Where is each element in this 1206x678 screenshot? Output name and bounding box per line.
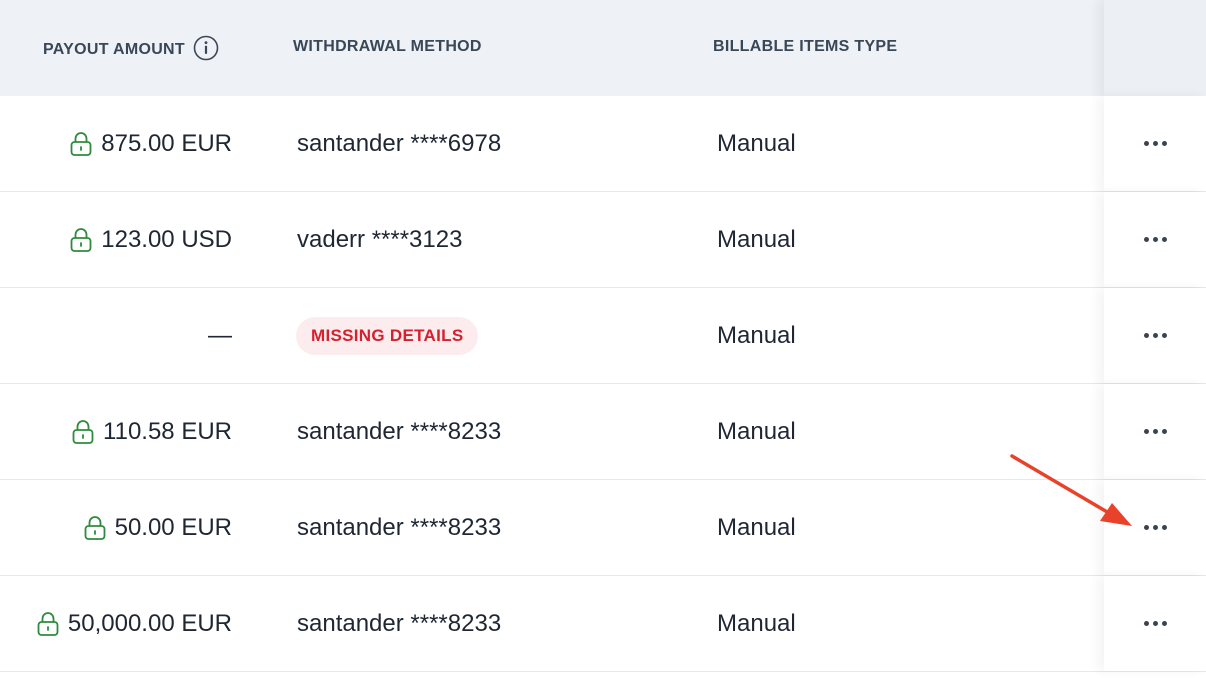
payout-amount-label: PAYOUT AMOUNT [43,40,185,58]
row-actions-button[interactable] [1135,225,1175,255]
billable-items-type: Manual [717,225,796,253]
actions-column-header [1104,0,1206,96]
billable-items-type: Manual [717,513,796,541]
lock-icon [70,227,92,252]
withdrawal-method: santander ****8233 [297,513,502,541]
payout-amount: — [208,321,232,349]
row-actions-button[interactable] [1135,513,1175,543]
table-body: 875.00 EUR santander ****6978 Manual 123… [0,96,1206,672]
row-actions-button[interactable] [1135,129,1175,159]
payouts-table: PAYOUT AMOUNT WITHDRAWAL METHOD BILLABLE… [0,0,1206,678]
table-row[interactable]: 50,000.00 EUR santander ****8233 Manual [0,576,1206,672]
actions-cell [1104,96,1206,191]
lock-icon [84,515,105,540]
lock-icon [72,419,94,444]
lock-icon [37,611,59,636]
billable-items-type: Manual [717,129,796,157]
table-row[interactable]: 875.00 EUR santander ****6978 Manual [0,96,1206,192]
withdrawal-method: vaderr ****3123 [297,225,463,253]
amount-cell: — [208,288,232,383]
payout-amount: 123.00 USD [101,225,232,253]
info-icon[interactable] [193,35,219,61]
table-row[interactable]: 110.58 EUR santander ****8233 Manual [0,384,1206,480]
amount-cell: 123.00 USD [69,192,232,287]
amount-cell: 50,000.00 EUR [36,576,232,671]
actions-cell [1104,576,1206,671]
lock-icon [70,131,92,156]
amount-cell: 110.58 EUR [71,384,232,479]
table-row[interactable]: 50.00 EUR santander ****8233 Manual [0,480,1206,576]
actions-cell [1104,384,1206,479]
withdrawal-method: santander ****8233 [297,417,502,445]
row-actions-button[interactable] [1135,609,1175,639]
row-actions-button[interactable] [1135,417,1175,447]
missing-details-badge: MISSING DETAILS [296,316,479,355]
payout-amount: 110.58 EUR [103,417,232,445]
withdrawal-method: santander ****6978 [297,129,502,157]
actions-cell [1104,480,1206,575]
more-horizontal-icon [1143,621,1167,626]
actions-cell [1104,192,1206,287]
more-horizontal-icon [1143,237,1167,242]
withdrawal-method: MISSING DETAILS [296,288,479,383]
table-row[interactable]: 123.00 USD vaderr ****3123 Manual [0,192,1206,288]
amount-cell: 875.00 EUR [69,96,232,191]
more-horizontal-icon [1143,429,1167,434]
column-header-billable-items-type: BILLABLE ITEMS TYPE [713,38,898,55]
actions-cell [1104,288,1206,383]
payout-amount: 50,000.00 EUR [67,609,232,637]
payout-amount: 50.00 EUR [114,513,232,541]
billable-items-type: Manual [717,417,796,445]
withdrawal-method: santander ****8233 [297,609,502,637]
table-header: PAYOUT AMOUNT WITHDRAWAL METHOD BILLABLE… [0,0,1206,96]
billable-items-type: Manual [717,321,796,349]
column-header-payout-amount: PAYOUT AMOUNT [43,35,219,61]
table-row[interactable]: — MISSING DETAILS Manual [0,288,1206,384]
payout-amount: 875.00 EUR [101,129,232,157]
amount-cell: 50.00 EUR [83,480,232,575]
more-horizontal-icon [1143,525,1167,530]
column-header-withdrawal-method: WITHDRAWAL METHOD [293,38,482,55]
billable-items-type: Manual [717,609,796,637]
row-actions-button[interactable] [1135,321,1175,351]
more-horizontal-icon [1143,333,1167,338]
more-horizontal-icon [1143,141,1167,146]
